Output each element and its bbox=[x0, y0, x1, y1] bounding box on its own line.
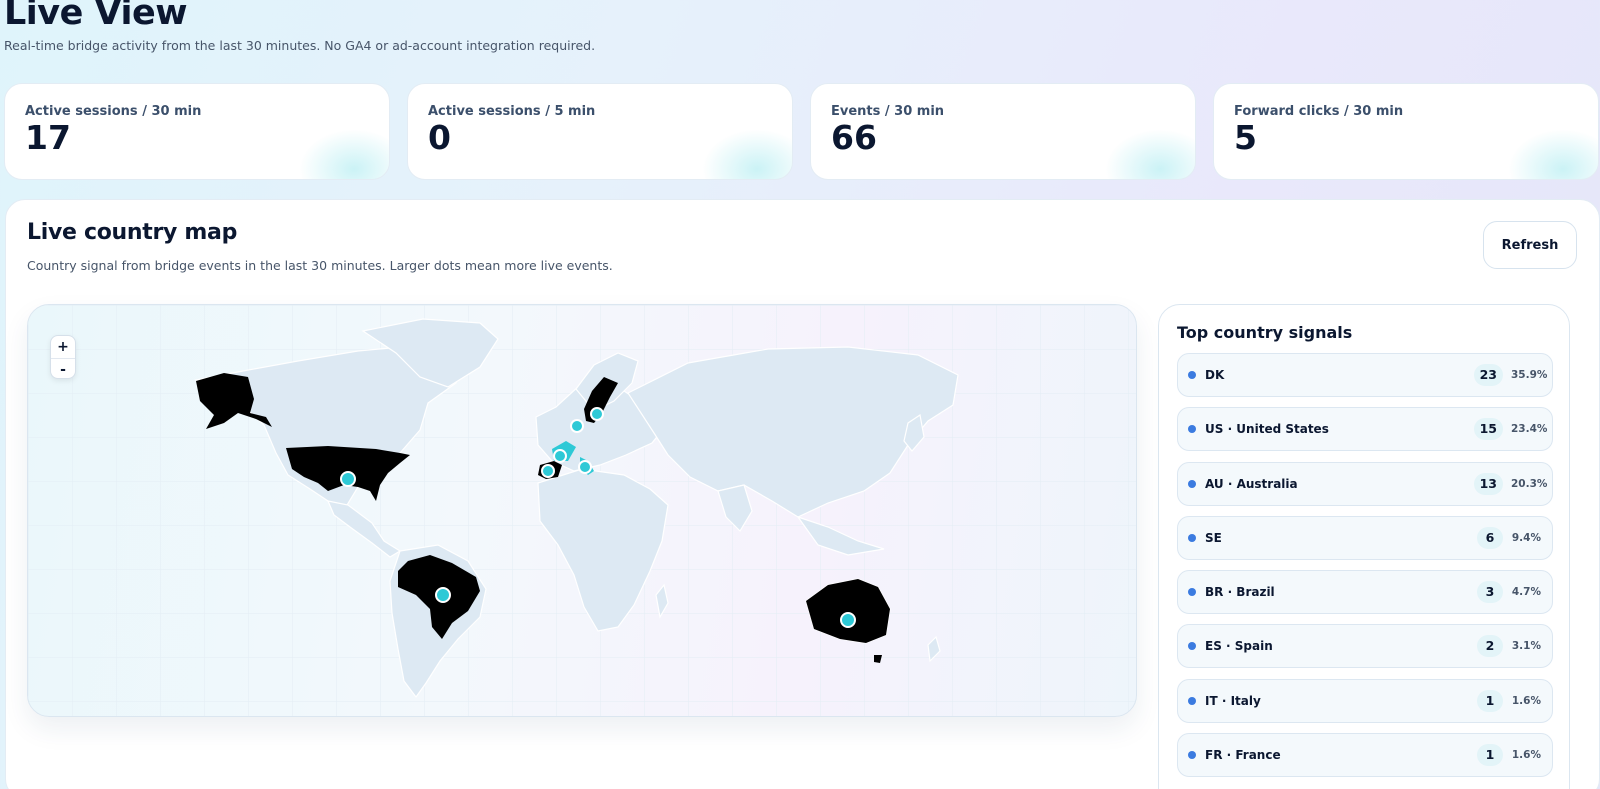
status-dot-icon bbox=[1188, 479, 1196, 488]
zoom-controls: + - bbox=[50, 335, 76, 379]
country-row-br[interactable]: BR · Brazil 3 4.7% bbox=[1177, 570, 1553, 615]
country-row-au[interactable]: AU · Australia 13 20.3% bbox=[1177, 461, 1553, 506]
status-dot-icon bbox=[1188, 588, 1196, 597]
country-percent: 9.4% bbox=[1511, 531, 1541, 544]
marker-us[interactable] bbox=[340, 471, 356, 487]
page-subtitle: Real-time bridge activity from the last … bbox=[4, 38, 596, 53]
country-percent: 35.9% bbox=[1511, 369, 1548, 381]
stat-card-active-sessions-30: Active sessions / 30 min 17 bbox=[4, 83, 390, 180]
country-row-se[interactable]: SE 6 9.4% bbox=[1177, 515, 1553, 560]
country-count-badge: 15 bbox=[1473, 418, 1503, 441]
world-map[interactable]: + - bbox=[27, 304, 1137, 717]
country-count-badge: 6 bbox=[1477, 526, 1503, 549]
country-percent: 20.3% bbox=[1511, 477, 1548, 490]
stat-label: Forward clicks / 30 min bbox=[1234, 104, 1404, 119]
country-list: DK 23 35.9% US · United States 15 23.4% … bbox=[1177, 353, 1553, 787]
country-name: AU · Australia bbox=[1205, 476, 1298, 491]
stat-card-active-sessions-5: Active sessions / 5 min 0 bbox=[407, 83, 793, 180]
marker-australia[interactable] bbox=[840, 612, 856, 628]
stat-value: 0 bbox=[428, 118, 451, 157]
page-title: Live View bbox=[4, 0, 188, 33]
marker-italy[interactable] bbox=[578, 460, 592, 474]
live-country-map-panel: Live country map Country signal from bri… bbox=[5, 199, 1600, 789]
marker-brazil[interactable] bbox=[435, 587, 451, 603]
country-percent: 4.7% bbox=[1511, 586, 1541, 599]
stat-card-forward-clicks-30: Forward clicks / 30 min 5 bbox=[1213, 83, 1599, 180]
country-count-badge: 1 bbox=[1477, 689, 1503, 712]
country-count-badge: 1 bbox=[1477, 744, 1503, 767]
status-dot-icon bbox=[1188, 533, 1196, 542]
country-count-badge: 3 bbox=[1477, 581, 1503, 604]
country-name: US · United States bbox=[1205, 422, 1329, 437]
zoom-in-button[interactable]: + bbox=[51, 336, 75, 358]
country-count-badge: 13 bbox=[1473, 472, 1503, 495]
refresh-button[interactable]: Refresh bbox=[1483, 221, 1577, 269]
country-name: SE bbox=[1205, 530, 1222, 545]
country-name: BR · Brazil bbox=[1205, 585, 1275, 600]
country-row-dk[interactable]: DK 23 35.9% bbox=[1177, 353, 1553, 397]
marker-france[interactable] bbox=[553, 449, 567, 463]
country-name: ES · Spain bbox=[1205, 639, 1273, 654]
marker-sweden[interactable] bbox=[590, 407, 604, 421]
stat-card-events-30: Events / 30 min 66 bbox=[810, 83, 1196, 180]
world-map-canvas[interactable] bbox=[28, 305, 1137, 717]
stat-label: Active sessions / 30 min bbox=[25, 104, 202, 119]
country-name: FR · France bbox=[1205, 748, 1281, 763]
panel-title: Live country map bbox=[27, 220, 238, 245]
stat-label: Events / 30 min bbox=[831, 104, 945, 119]
page-header: Live View Real-time bridge activity from… bbox=[4, 0, 595, 53]
country-row-it[interactable]: IT · Italy 1 1.6% bbox=[1177, 678, 1553, 723]
country-percent: 1.6% bbox=[1511, 694, 1541, 707]
country-count-badge: 2 bbox=[1477, 635, 1503, 658]
stat-value: 5 bbox=[1234, 118, 1257, 157]
marker-spain[interactable] bbox=[541, 464, 555, 478]
top-country-signals-title: Top country signals bbox=[1177, 323, 1353, 342]
marker-denmark[interactable] bbox=[570, 419, 584, 433]
status-dot-icon bbox=[1188, 371, 1196, 379]
stat-label: Active sessions / 5 min bbox=[428, 104, 596, 119]
status-dot-icon bbox=[1188, 751, 1196, 760]
status-dot-icon bbox=[1188, 696, 1196, 705]
country-row-fr[interactable]: FR · France 1 1.6% bbox=[1177, 733, 1553, 778]
country-row-es[interactable]: ES · Spain 2 3.1% bbox=[1177, 624, 1553, 669]
country-count-badge: 23 bbox=[1473, 364, 1503, 386]
top-country-signals: Top country signals DK 23 35.9% US · Uni… bbox=[1158, 304, 1570, 789]
country-name: IT · Italy bbox=[1205, 693, 1261, 708]
stat-value: 66 bbox=[831, 118, 877, 157]
country-percent: 1.6% bbox=[1511, 749, 1541, 762]
country-name: DK bbox=[1205, 368, 1225, 382]
status-dot-icon bbox=[1188, 642, 1196, 651]
status-dot-icon bbox=[1188, 425, 1196, 434]
country-percent: 23.4% bbox=[1511, 423, 1548, 436]
stat-value: 17 bbox=[25, 118, 71, 157]
country-percent: 3.1% bbox=[1511, 640, 1541, 653]
panel-subtitle: Country signal from bridge events in the… bbox=[27, 258, 613, 273]
zoom-out-button[interactable]: - bbox=[51, 358, 75, 378]
stats-row: Active sessions / 30 min 17 Active sessi… bbox=[4, 83, 1600, 180]
country-row-us[interactable]: US · United States 15 23.4% bbox=[1177, 407, 1553, 452]
